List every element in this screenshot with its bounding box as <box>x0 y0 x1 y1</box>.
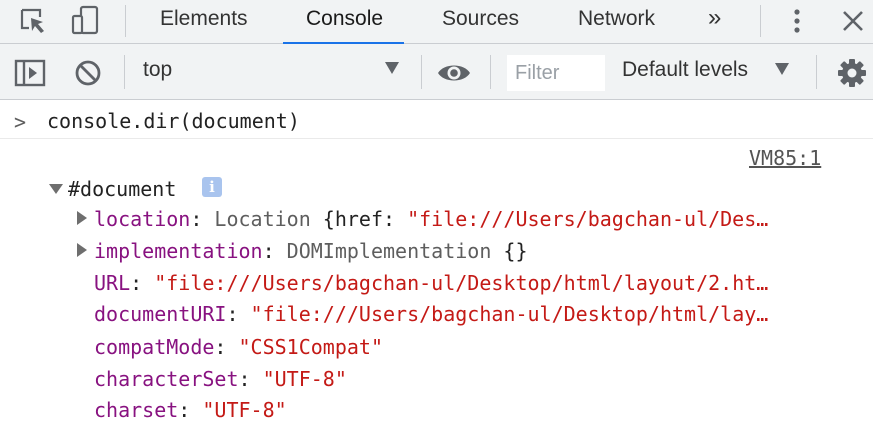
property-key: URL <box>94 271 131 295</box>
divider <box>490 55 491 89</box>
prompt-chevron-icon: > <box>14 110 27 134</box>
info-icon: i <box>202 177 222 197</box>
divider <box>760 5 761 37</box>
property-key: characterSet <box>94 367 239 391</box>
object-root-label[interactable]: #document <box>68 177 176 201</box>
property-key: implementation <box>94 239 263 263</box>
property-value: "UTF-8" <box>202 398 287 422</box>
property-row[interactable]: location: Location {href: "file:///Users… <box>94 207 854 231</box>
property-row: charset: "UTF-8" <box>94 398 287 422</box>
filter-input[interactable]: Filter <box>507 55 605 91</box>
expand-triangle-icon[interactable] <box>77 243 87 257</box>
show-sidebar-icon[interactable] <box>14 58 46 88</box>
property-key: compatMode <box>94 335 215 359</box>
eye-icon[interactable] <box>436 60 472 86</box>
property-row: compatMode: "CSS1Compat" <box>94 335 384 359</box>
close-icon[interactable] <box>840 8 866 34</box>
chevron-down-icon[interactable] <box>775 63 789 75</box>
tab-elements[interactable]: Elements <box>160 0 248 43</box>
property-row[interactable]: implementation: DOMImplementation {} <box>94 239 854 263</box>
property-key: location <box>94 207 191 231</box>
divider <box>421 55 422 89</box>
property-value: "file:///Users/bagchan-ul/Des… <box>407 207 769 231</box>
tab-network[interactable]: Network <box>578 0 655 43</box>
divider <box>816 55 817 89</box>
divider <box>125 5 126 37</box>
inspect-element-icon[interactable] <box>18 7 48 37</box>
console-command: console.dir(document) <box>47 109 300 133</box>
more-tabs-icon[interactable]: » <box>708 0 721 43</box>
gear-icon[interactable] <box>836 57 868 89</box>
property-row: URL: "file:///Users/bagchan-ul/Desktop/h… <box>94 271 769 295</box>
clear-console-icon[interactable] <box>73 58 103 88</box>
property-value: "file:///Users/bagchan-ul/Desktop/html/l… <box>250 302 769 326</box>
property-type: DOMImplementation <box>286 239 492 263</box>
tab-console[interactable]: Console <box>306 0 383 43</box>
property-row: documentURI: "file:///Users/bagchan-ul/D… <box>94 302 769 326</box>
divider <box>124 55 125 89</box>
property-value: "UTF-8" <box>262 367 347 391</box>
property-key: charset <box>94 398 179 422</box>
property-row: characterSet: "UTF-8" <box>94 367 347 391</box>
expand-triangle-icon[interactable] <box>77 211 87 225</box>
source-link[interactable]: VM85:1 <box>749 146 821 170</box>
property-value: "CSS1Compat" <box>238 335 384 359</box>
property-type: Location <box>214 207 311 231</box>
customize-menu-icon[interactable] <box>787 6 807 36</box>
device-toolbar-icon[interactable] <box>70 4 102 38</box>
chevron-down-icon[interactable] <box>385 62 399 74</box>
collapse-triangle-icon[interactable] <box>49 184 63 194</box>
property-key: documentURI <box>94 302 227 326</box>
devtools-tab-bar: Elements Console Sources Network » <box>0 0 873 45</box>
console-input-row: > console.dir(document) <box>0 101 873 139</box>
log-levels-dropdown[interactable]: Default levels <box>622 58 748 82</box>
property-value: "file:///Users/bagchan-ul/Desktop/html/l… <box>154 271 769 295</box>
context-selector[interactable]: top <box>143 58 172 82</box>
tab-sources[interactable]: Sources <box>442 0 519 43</box>
